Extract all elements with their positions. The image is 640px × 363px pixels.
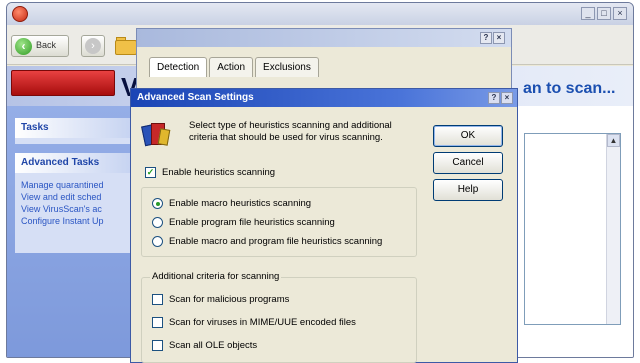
advanced-task-link[interactable]: Manage quarantined bbox=[15, 179, 132, 191]
list-scrollbar[interactable]: ▲ bbox=[606, 134, 620, 324]
forward-button[interactable]: › bbox=[81, 35, 105, 57]
maximize-button[interactable]: □ bbox=[597, 7, 611, 20]
back-label: Back bbox=[36, 40, 57, 50]
heuristics-option[interactable]: Enable program file heuristics scanning bbox=[152, 217, 335, 228]
scan-settings-controls: ? × bbox=[480, 32, 505, 44]
advanced-tasks-header[interactable]: Advanced Tasks bbox=[15, 153, 132, 173]
criteria-option[interactable]: Scan for malicious programs bbox=[152, 294, 289, 305]
enable-heuristics-row[interactable]: ✓ Enable heuristics scanning bbox=[145, 167, 275, 178]
heuristics-option-label: Enable program file heuristics scanning bbox=[169, 217, 335, 228]
advanced-dialog-title: Advanced Scan Settings bbox=[137, 92, 254, 103]
enable-heuristics-label: Enable heuristics scanning bbox=[162, 167, 276, 178]
advanced-dialog-title-bar: Advanced Scan Settings ? × bbox=[131, 89, 517, 107]
ok-button[interactable]: OK bbox=[433, 125, 503, 147]
heuristics-option[interactable]: Enable macro and program file heuristics… bbox=[152, 236, 382, 247]
additional-criteria-group: Additional criteria for scanning Scan fo… bbox=[141, 271, 417, 363]
heuristics-option[interactable]: Enable macro heuristics scanning bbox=[152, 198, 311, 209]
criteria-label: Scan for viruses in MIME/UUE encoded fil… bbox=[169, 317, 356, 328]
back-arrow-icon: ‹ bbox=[15, 38, 32, 55]
close-button[interactable]: × bbox=[613, 7, 627, 20]
scroll-up-icon[interactable]: ▲ bbox=[607, 134, 620, 147]
settings-tabs: Detection Action Exclusions bbox=[149, 57, 321, 77]
close-button[interactable]: × bbox=[501, 92, 513, 104]
main-title-bar: _ □ × bbox=[7, 3, 633, 25]
tasks-panel: Tasks bbox=[15, 118, 132, 144]
help-button[interactable]: ? bbox=[488, 92, 500, 104]
radio-program-heuristics[interactable] bbox=[152, 217, 163, 228]
criteria-checkbox[interactable] bbox=[152, 294, 163, 305]
heuristics-option-label: Enable macro heuristics scanning bbox=[169, 198, 312, 209]
help-button[interactable]: ? bbox=[480, 32, 492, 44]
tab-action[interactable]: Action bbox=[209, 57, 254, 77]
criteria-option[interactable]: Scan for viruses in MIME/UUE encoded fil… bbox=[152, 317, 356, 328]
close-button[interactable]: × bbox=[493, 32, 505, 44]
minimize-button[interactable]: _ bbox=[581, 7, 595, 20]
advanced-task-link[interactable]: Configure Instant Up bbox=[15, 215, 132, 227]
books-icon bbox=[141, 119, 171, 149]
enable-heuristics-checkbox[interactable]: ✓ bbox=[145, 167, 156, 178]
dialog-description: Select type of heuristics scanning and a… bbox=[189, 120, 392, 143]
advanced-task-link[interactable]: View and edit sched bbox=[15, 191, 132, 203]
radio-macro-heuristics[interactable] bbox=[152, 198, 163, 209]
radio-macro-and-program-heuristics[interactable] bbox=[152, 236, 163, 247]
criteria-checkbox[interactable] bbox=[152, 340, 163, 351]
back-button[interactable]: ‹ Back bbox=[11, 35, 69, 57]
tab-exclusions[interactable]: Exclusions bbox=[255, 57, 319, 77]
advanced-task-link[interactable]: View VirusScan's ac bbox=[15, 203, 132, 215]
brand-logo bbox=[11, 70, 115, 96]
help-dialog-button[interactable]: Help bbox=[433, 179, 503, 201]
tab-detection[interactable]: Detection bbox=[149, 57, 208, 77]
drive-list[interactable]: ▲ bbox=[524, 133, 621, 325]
criteria-option[interactable]: Scan all OLE objects bbox=[152, 340, 257, 351]
advanced-tasks-panel: Advanced Tasks Manage quarantined View a… bbox=[15, 153, 132, 253]
scan-settings-title-bar: ? × bbox=[137, 29, 511, 47]
criteria-label: Scan all OLE objects bbox=[169, 340, 258, 351]
forward-arrow-icon: › bbox=[85, 38, 101, 54]
additional-criteria-label: Additional criteria for scanning bbox=[150, 271, 282, 282]
heuristics-options-group: Enable macro heuristics scanning Enable … bbox=[141, 187, 417, 257]
advanced-scan-settings-dialog: Advanced Scan Settings ? × Select type o… bbox=[130, 88, 518, 363]
main-window-controls: _ □ × bbox=[581, 7, 627, 20]
banner-heading-tail: an to scan... bbox=[523, 80, 616, 97]
criteria-label: Scan for malicious programs bbox=[169, 294, 290, 305]
tasks-header[interactable]: Tasks bbox=[15, 118, 132, 138]
heuristics-option-label: Enable macro and program file heuristics… bbox=[169, 236, 383, 247]
criteria-checkbox[interactable] bbox=[152, 317, 163, 328]
cancel-button[interactable]: Cancel bbox=[433, 152, 503, 174]
task-sidebar: Tasks Advanced Tasks Manage quarantined … bbox=[7, 106, 132, 357]
advanced-dialog-controls: ? × bbox=[488, 92, 513, 104]
app-icon bbox=[12, 6, 28, 22]
